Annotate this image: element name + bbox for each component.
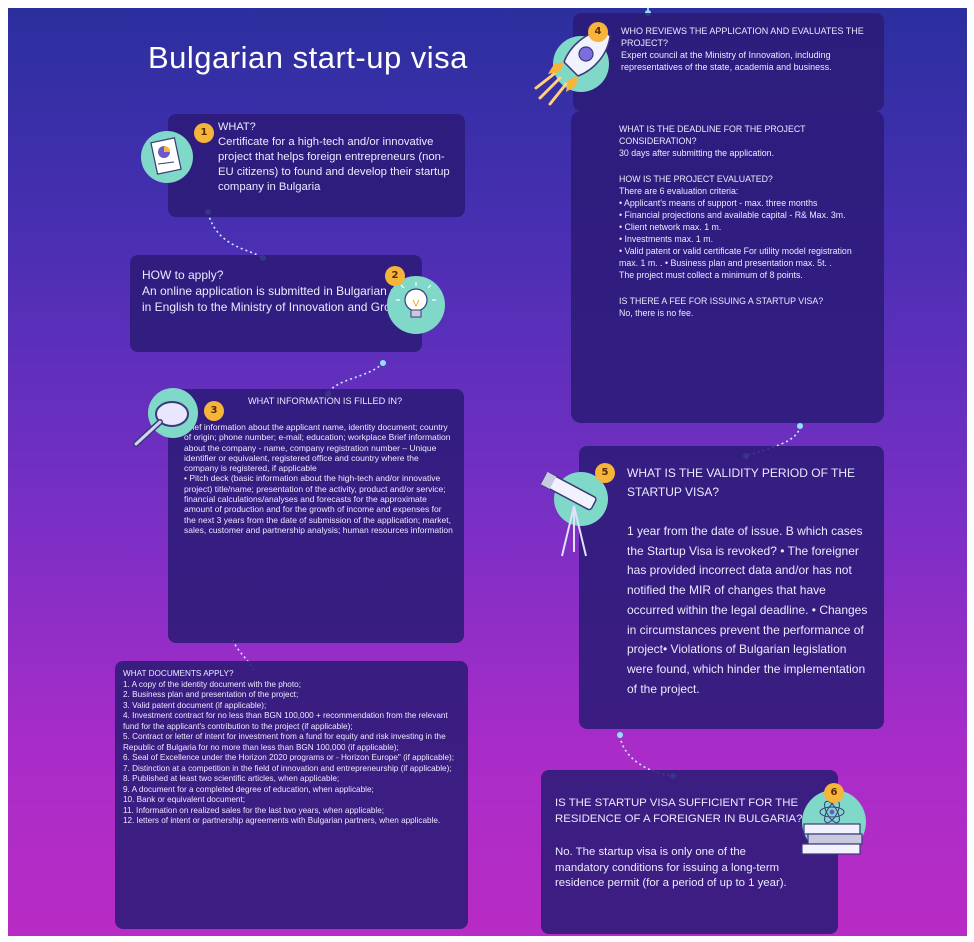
step-badge-4: 4 xyxy=(588,22,608,42)
step-badge-6: 6 xyxy=(824,783,844,803)
info-heading: WHAT INFORMATION IS FILLED IN? xyxy=(248,396,403,406)
fee-answer: No, there is no fee. xyxy=(619,308,694,318)
documents-heading: WHAT DOCUMENTS APPLY? xyxy=(123,669,234,678)
documents-item: 8. Published at least two scientific art… xyxy=(123,774,340,783)
deadline-answer: 30 days after submitting the application… xyxy=(619,148,775,158)
validity-heading: WHAT IS THE VALIDITY PERIOD OF THE START… xyxy=(627,466,856,499)
evaluation-section: WHAT IS THE DEADLINE FOR THE PROJECT CON… xyxy=(571,111,884,423)
residence-body: No. The startup visa is only one of the … xyxy=(555,846,787,889)
evaluation-criterion: • Financial projections and available ca… xyxy=(619,210,846,220)
documents-item: 5. Contract or letter of intent for inve… xyxy=(123,732,446,752)
documents-item: 12. letters of intent or partnership agr… xyxy=(123,816,441,825)
review-body: Expert council at the Ministry of Innova… xyxy=(621,50,832,72)
documents-item: 11. Information on realized sales for th… xyxy=(123,805,385,815)
documents-item: 3. Valid patent document (if applicable)… xyxy=(123,700,267,710)
validity-section: WHAT IS THE VALIDITY PERIOD OF THE START… xyxy=(579,446,884,729)
what-heading: WHAT? xyxy=(218,121,256,133)
document-chart-icon xyxy=(150,137,182,175)
infographic: Bulgarian start-up visa WHAT? Certificat… xyxy=(8,8,967,936)
review-heading: WHO REVIEWS THE APPLICATION AND EVALUATE… xyxy=(621,26,864,48)
how-heading: HOW to apply? xyxy=(142,268,224,282)
documents-item: 4. Investment contract for no less than … xyxy=(123,711,448,731)
info-body-applicant: Brief information about the applicant na… xyxy=(184,422,451,474)
evaluation-minimum: The project must collect a minimum of 8 … xyxy=(619,270,803,280)
step-badge-1: 1 xyxy=(194,123,214,143)
evaluation-question: HOW IS THE PROJECT EVALUATED? xyxy=(619,174,773,184)
deadline-question: WHAT IS THE DEADLINE FOR THE PROJECT CON… xyxy=(619,124,806,146)
fee-question: IS THERE A FEE FOR ISSUING A STARTUP VIS… xyxy=(619,296,824,306)
what-body: Certificate for a high-tech and/or innov… xyxy=(218,136,450,193)
magnifier-icon xyxy=(133,401,189,447)
review-section: WHO REVIEWS THE APPLICATION AND EVALUATE… xyxy=(573,13,884,111)
lightbulb-icon xyxy=(396,282,436,318)
how-body: An online application is submitted in Bu… xyxy=(142,284,410,314)
residence-heading: IS THE STARTUP VISA SUFFICIENT FOR THE R… xyxy=(555,797,803,825)
documents-item: 10. Bank or equivalent document; xyxy=(123,795,245,804)
documents-section: WHAT DOCUMENTS APPLY? 1. A copy of the i… xyxy=(115,661,468,929)
validity-body: 1 year from the date of issue. B which c… xyxy=(627,524,868,696)
documents-item: 6. Seal of Excellence under the Horizon … xyxy=(123,753,455,762)
how-section: HOW to apply? An online application is s… xyxy=(130,255,422,352)
documents-item: 7. Distinction at a competition in the f… xyxy=(123,763,452,773)
evaluation-criterion: • Applicant's means of support - max. th… xyxy=(619,198,818,208)
information-section: WHAT INFORMATION IS FILLED IN? Brief inf… xyxy=(168,389,464,643)
step-badge-2: 2 xyxy=(385,266,405,286)
step-badge-3: 3 xyxy=(204,401,224,421)
evaluation-intro: There are 6 evaluation criteria: xyxy=(619,186,739,196)
books-atom-icon xyxy=(801,800,863,855)
info-body-pitchdeck: • Pitch deck (basic information about th… xyxy=(184,473,453,535)
evaluation-criterion: • Client network max. 1 m. xyxy=(619,222,722,232)
documents-item: 9. A document for a completed degree of … xyxy=(123,784,374,794)
evaluation-criterion: • Valid patent or valid certificate For … xyxy=(619,246,852,268)
evaluation-criterion: • Investments max. 1 m. xyxy=(619,234,714,244)
documents-item: 2. Business plan and presentation of the… xyxy=(123,690,299,699)
step-badge-5: 5 xyxy=(595,463,615,483)
documents-item: 1. A copy of the identity document with … xyxy=(123,679,301,689)
